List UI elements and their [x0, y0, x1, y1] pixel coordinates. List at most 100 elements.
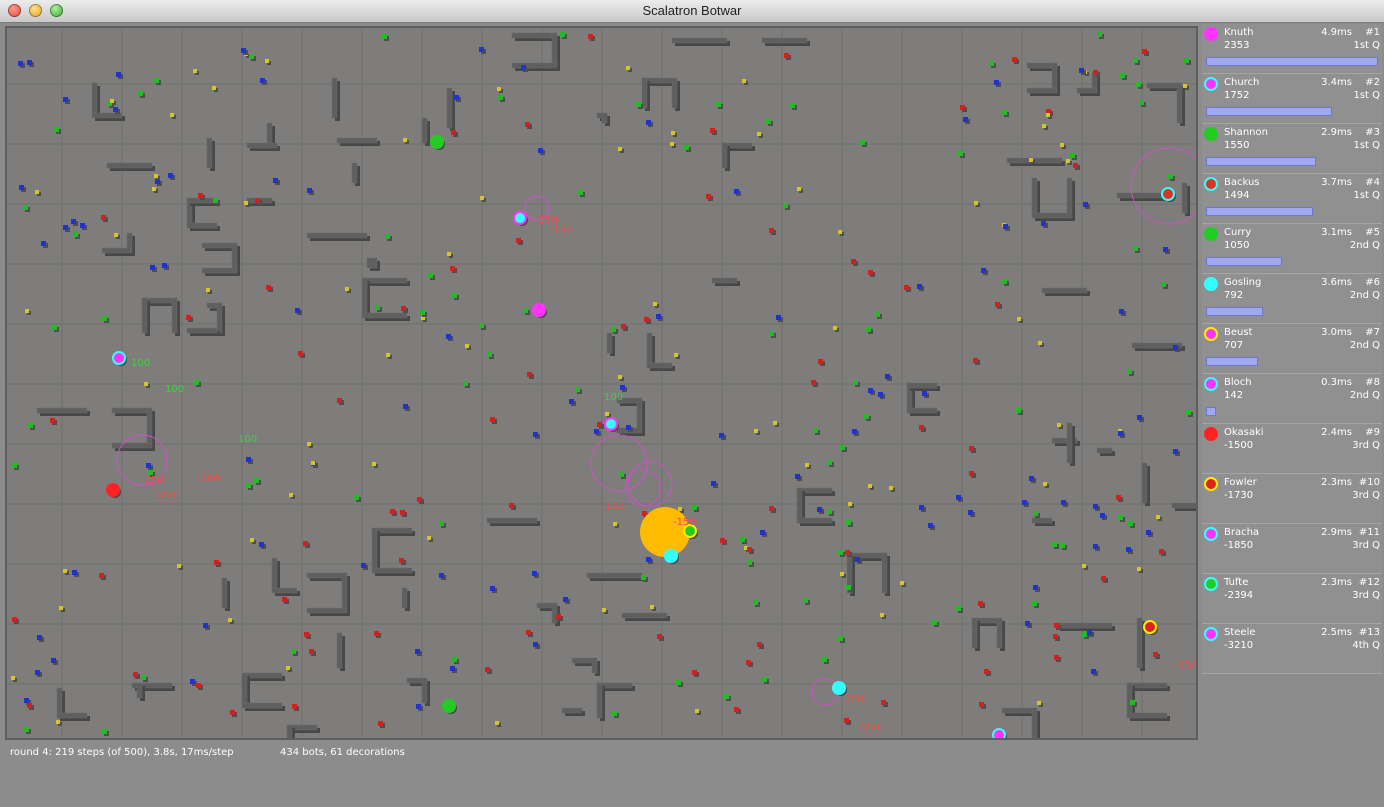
fluppet-item — [864, 414, 869, 419]
fluppet-item — [611, 327, 616, 332]
bot — [106, 483, 120, 497]
fluppet-item — [692, 505, 697, 510]
toxifera-item — [734, 707, 739, 712]
snorg-item — [403, 404, 408, 409]
bot-quartile: 2nd Q — [1349, 240, 1380, 251]
snorg-item — [1029, 476, 1034, 481]
wall — [1066, 422, 1073, 464]
wall — [331, 77, 338, 119]
toxifera-item — [845, 550, 850, 555]
zugar-item — [447, 252, 451, 256]
toxifera-item — [844, 718, 849, 723]
fluppet-item — [138, 91, 143, 96]
fluppet-item — [1002, 279, 1007, 284]
wall — [101, 247, 133, 254]
wall — [246, 142, 278, 149]
bot — [112, 351, 126, 365]
score-popup-label: 100 — [238, 434, 257, 445]
bot — [992, 728, 1006, 738]
wall — [996, 617, 1003, 649]
fluppet-item — [766, 119, 771, 124]
zugar-item — [868, 484, 872, 488]
fluppet-item — [716, 102, 721, 107]
toxifera-item — [904, 285, 909, 290]
bot-time: 2.9ms — [1321, 527, 1352, 538]
bot-name: Steele — [1224, 627, 1256, 638]
bot-name: Bracha — [1224, 527, 1260, 538]
snorg-item — [162, 263, 167, 268]
fluppet-item — [52, 325, 57, 330]
zugar-item — [497, 87, 501, 91]
wall — [306, 607, 348, 614]
wall — [591, 657, 598, 674]
toxifera-item — [644, 317, 649, 322]
zugar-item — [618, 147, 622, 151]
bot-score: 707 — [1224, 340, 1244, 351]
bot-time: 2.9ms — [1321, 127, 1352, 138]
fluppet-item — [439, 521, 444, 526]
wall — [1066, 177, 1073, 219]
score-popup-label: -150 — [841, 694, 864, 705]
zugar-item — [602, 608, 606, 612]
zugar-item — [177, 564, 181, 568]
zugar-item — [63, 569, 67, 573]
bot-score: -1500 — [1224, 440, 1254, 451]
toxifera-item — [1053, 634, 1058, 639]
bot — [1143, 620, 1157, 634]
bot-score: -2394 — [1224, 590, 1254, 601]
zugar-item — [838, 230, 842, 234]
zugar-item — [265, 59, 269, 63]
fluppet-item — [23, 205, 28, 210]
wall — [106, 162, 153, 169]
wall — [606, 332, 613, 354]
wall — [1041, 287, 1088, 294]
toxifera-item — [747, 547, 752, 552]
zugar-item — [695, 709, 699, 713]
snorg-item — [415, 649, 420, 654]
snorg-item — [490, 586, 495, 591]
wall — [1141, 462, 1148, 504]
fluppet-item — [28, 423, 33, 428]
bot-name: Bloch — [1224, 377, 1252, 388]
fluppet-item — [382, 34, 387, 39]
fluppet-item — [1133, 58, 1138, 63]
wall — [146, 407, 153, 449]
snorg-item — [1061, 500, 1066, 505]
bot-rank: #4 — [1365, 177, 1380, 188]
zugar-item — [25, 309, 29, 313]
bot-quartile: 2nd Q — [1349, 390, 1380, 401]
fluppet-item — [956, 606, 961, 611]
fluppet-item — [254, 478, 259, 483]
toxifera-item — [969, 471, 974, 476]
toxifera-item — [133, 672, 138, 677]
snorg-item — [72, 570, 77, 575]
snorg-item — [146, 463, 151, 468]
toxifera-item — [401, 306, 406, 311]
zugar-item — [59, 606, 63, 610]
zugar-item — [311, 461, 315, 465]
zugar-item — [671, 131, 675, 135]
fluppet-item — [1133, 246, 1138, 251]
snorg-item — [1087, 630, 1092, 635]
zugar-item — [228, 618, 232, 622]
wall — [371, 567, 413, 574]
wall — [201, 267, 238, 274]
toxifera-item — [298, 351, 303, 356]
wall — [401, 587, 408, 609]
toxifera-item — [784, 53, 789, 58]
zugar-item — [286, 666, 290, 670]
bot-name: Okasaki — [1224, 427, 1264, 438]
zugar-item — [678, 507, 682, 511]
zugar-item — [212, 86, 216, 90]
fluppet-item — [636, 102, 641, 107]
bot-score: -1850 — [1224, 540, 1254, 551]
snorg-item — [963, 117, 968, 122]
wall — [186, 222, 218, 229]
arena[interactable]: -150 -150 100 100 -150 -150 -100 100 100 -150 -150… — [5, 26, 1198, 740]
zugar-item — [773, 421, 777, 425]
snorg-item — [63, 97, 68, 102]
zugar-item — [403, 138, 407, 142]
zugar-item — [465, 344, 469, 348]
fluppet-item — [575, 387, 580, 392]
leaderboard-entry: Steele -3210 2.5ms #13 4th Q — [1202, 624, 1382, 674]
